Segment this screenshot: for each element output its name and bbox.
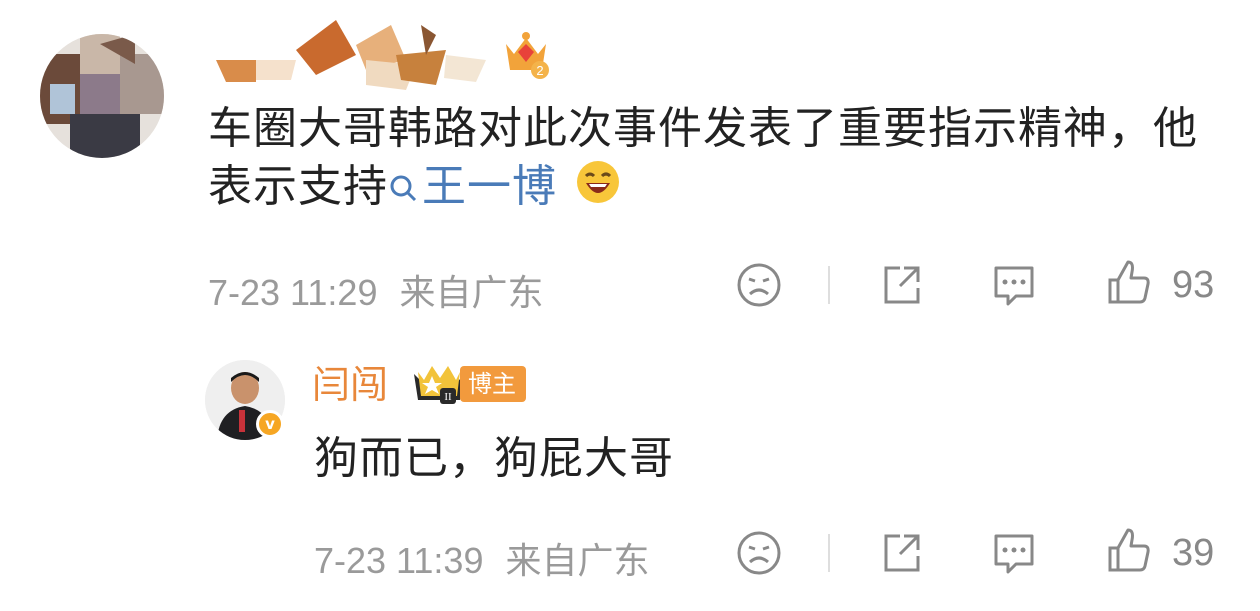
- search-icon: [388, 160, 418, 218]
- location: 来自广东: [505, 540, 650, 581]
- share-icon[interactable]: [878, 530, 924, 580]
- like-count: 39: [1172, 532, 1215, 574]
- comment-meta: 7-23 11:39 来自广东: [314, 532, 650, 584]
- laughing-emoji-icon: [575, 159, 621, 220]
- timestamp: 7-23 11:29: [208, 272, 378, 313]
- divider: [828, 534, 830, 572]
- level-crown-icon: 2: [500, 30, 552, 82]
- divider: [828, 266, 830, 304]
- comment-text: 车圈大哥韩路对此次事件发表了重要指示精神，他表示支持 王一博: [208, 100, 1198, 220]
- comment-icon[interactable]: [990, 262, 1038, 312]
- avatar[interactable]: [40, 34, 164, 158]
- comment-meta: 7-23 11:29 来自广东: [208, 264, 544, 316]
- location: 来自广东: [399, 272, 544, 313]
- comment-body: 车圈大哥韩路对此次事件发表了重要指示精神，他表示支持: [208, 103, 1198, 212]
- verified-badge-icon: v: [256, 410, 284, 438]
- comment-text: 狗而已，狗屁大哥: [314, 433, 674, 484]
- share-icon[interactable]: [878, 262, 924, 312]
- svg-text:II: II: [444, 391, 452, 403]
- topic-link[interactable]: 王一博: [388, 161, 557, 212]
- thumbs-up-icon[interactable]: [1104, 258, 1152, 310]
- thumbs-up-icon[interactable]: [1104, 526, 1152, 578]
- like-count: 93: [1172, 264, 1215, 306]
- sad-face-icon[interactable]: [736, 262, 782, 312]
- topic-label: 王一博: [422, 161, 557, 212]
- comment-icon[interactable]: [990, 530, 1038, 580]
- svg-text:2: 2: [536, 63, 543, 78]
- timestamp: 7-23 11:39: [314, 540, 484, 581]
- username[interactable]: 闫闯: [312, 354, 388, 409]
- username-blurred: [216, 20, 506, 92]
- blogger-badge: 博主: [460, 366, 526, 402]
- sad-face-icon[interactable]: [736, 530, 782, 580]
